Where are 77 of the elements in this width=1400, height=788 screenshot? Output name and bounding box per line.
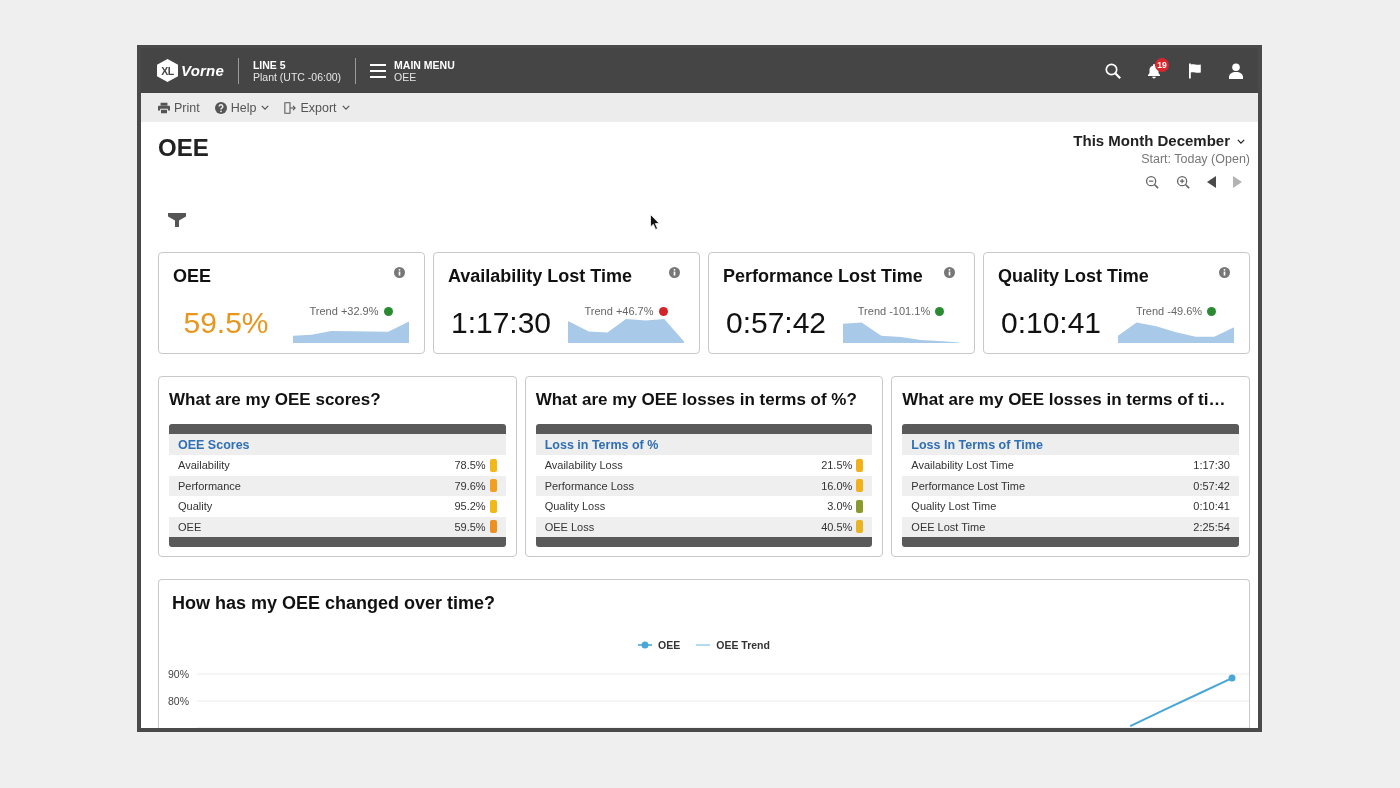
zoom-in-icon[interactable]: [1176, 175, 1190, 189]
kpi-value: 0:10:41: [1000, 306, 1102, 340]
row-value: 79.6%: [454, 479, 486, 492]
row-label: Availability Lost Time: [911, 459, 1015, 472]
row-value: 3.0%: [827, 500, 853, 513]
kpi-title: Quality Lost Time: [998, 265, 1149, 287]
print-button[interactable]: Print: [158, 100, 200, 115]
period-start: Start: Today (Open): [1141, 151, 1250, 167]
card-title: What are my OEE losses in terms of ti…: [902, 389, 1227, 411]
info-icon[interactable]: [669, 267, 680, 278]
trend-label: Trend +46.7%: [584, 305, 654, 317]
row-label: Performance Loss: [544, 479, 635, 492]
trend-label: Trend +32.9%: [309, 305, 379, 317]
card-title: How has my OEE changed over time?: [171, 592, 497, 614]
card-title: What are my OEE scores?: [169, 389, 382, 411]
row-label: OEE: [178, 520, 203, 533]
row-value: 21.5%: [821, 459, 853, 472]
logo-mark: XL: [157, 59, 178, 82]
card-title: What are my OEE losses in terms of %?: [535, 389, 858, 411]
row-value: 95.2%: [454, 500, 486, 513]
row-value: 78.5%: [454, 459, 486, 472]
row-value: 0:10:41: [1193, 500, 1230, 513]
axis-label: 80%: [168, 695, 189, 707]
export-button[interactable]: Export: [284, 100, 350, 115]
trend-label: Trend -49.6%: [1135, 305, 1203, 317]
period-selector[interactable]: This Month December: [1073, 131, 1245, 151]
row-value: 0:57:42: [1193, 479, 1230, 492]
help-button[interactable]: Help: [214, 100, 270, 115]
row-label: Quality: [178, 500, 214, 513]
row-label: Performance: [178, 479, 242, 492]
kpi-title: Availability Lost Time: [448, 265, 633, 287]
info-icon[interactable]: [394, 267, 405, 278]
kpi-value: 1:17:30: [450, 306, 552, 340]
brand-name: Vorne: [181, 62, 224, 79]
table-title: Loss In Terms of Time: [902, 434, 1239, 455]
main-menu-button[interactable]: MAIN MENU OEE: [370, 58, 455, 83]
trend-label: Trend -101.1%: [857, 305, 931, 317]
row-value: 2:25:54: [1193, 520, 1230, 533]
kpi-value: 59.5%: [183, 306, 269, 340]
user-icon[interactable]: [1228, 62, 1244, 79]
info-icon[interactable]: [1219, 267, 1230, 278]
page-title: OEE: [158, 134, 209, 162]
row-label: OEE Lost Time: [911, 520, 987, 533]
row-value: 1:17:30: [1193, 459, 1230, 472]
legend-label[interactable]: OEE: [658, 639, 681, 651]
row-label: Availability Loss: [544, 459, 624, 472]
flag-icon[interactable]: [1187, 62, 1203, 79]
kpi-title: Performance Lost Time: [723, 265, 923, 287]
caret-icon: [1237, 138, 1245, 144]
row-value: 40.5%: [821, 520, 853, 533]
data-point: [1228, 674, 1236, 682]
row-label: Availability: [178, 459, 231, 472]
filter-icon[interactable]: [168, 213, 186, 227]
export-icon: [284, 101, 297, 114]
legend-label[interactable]: OEE Trend: [716, 639, 770, 651]
row-label: Quality Lost Time: [911, 500, 998, 513]
menu-icon: [370, 63, 387, 78]
legend-marker-icon[interactable]: [638, 641, 653, 649]
pointer-icon: [650, 214, 660, 230]
row-label: Quality Loss: [544, 500, 607, 513]
table-title: Loss in Terms of %: [535, 434, 873, 455]
row-value: 16.0%: [821, 479, 853, 492]
printer-icon: [158, 101, 170, 114]
kpi-value: 0:57:42: [725, 306, 827, 340]
row-value: 59.5%: [454, 520, 486, 533]
row-label: OEE Loss: [544, 520, 596, 533]
help-icon: [214, 101, 227, 114]
axis-label: 90%: [168, 668, 189, 680]
search-icon[interactable]: [1105, 62, 1121, 79]
info-icon[interactable]: [944, 267, 955, 278]
line-selector[interactable]: LINE 5 Plant (UTC -06:00): [252, 58, 342, 83]
row-label: Performance Lost Time: [911, 479, 1027, 492]
notification-badge: 19: [1155, 57, 1169, 72]
kpi-title: OEE: [173, 265, 211, 287]
previous-icon[interactable]: [1207, 176, 1216, 188]
zoom-out-icon[interactable]: [1145, 175, 1159, 189]
table-title: OEE Scores: [169, 434, 506, 455]
